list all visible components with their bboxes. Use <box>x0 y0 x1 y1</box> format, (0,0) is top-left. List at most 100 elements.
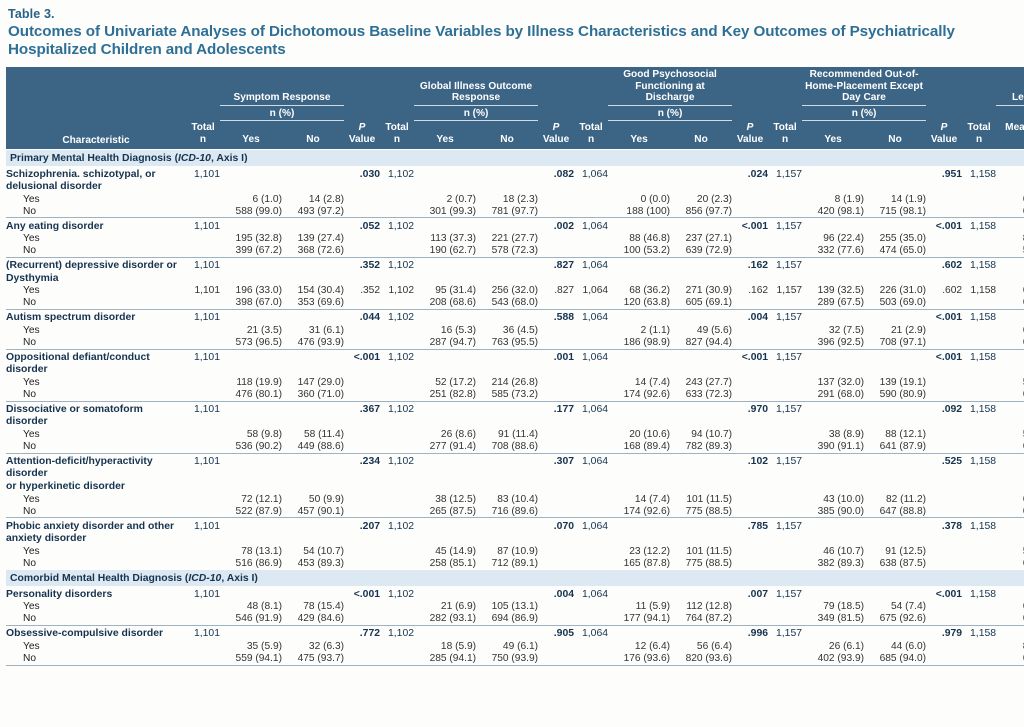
sr-no: 493 (97.2) <box>282 205 344 218</box>
section-heading-row: Comorbid Mental Health Diagnosis (ICD-10… <box>6 570 1024 587</box>
sr-p: <.001 <box>344 586 380 601</box>
rp-p: .951 <box>926 166 962 193</box>
gi-yes <box>414 218 476 233</box>
rp-total <box>768 233 802 245</box>
gi-total <box>380 389 414 402</box>
sr-yes <box>220 453 282 493</box>
gp-yes <box>608 166 670 193</box>
gp-no <box>670 166 732 193</box>
gp-no: 49 (5.6) <box>670 325 732 337</box>
gp-yes: 88 (46.8) <box>608 233 670 245</box>
variable-row: Any eating disorder1,101.0521,102.0021,0… <box>6 218 1024 233</box>
gi-yes: 287 (94.7) <box>414 337 476 350</box>
gp-p <box>732 325 768 337</box>
level-row-no: No398 (67.0)353 (69.6)208 (68.6)543 (68.… <box>6 297 1024 310</box>
sr-no: 139 (27.4) <box>282 233 344 245</box>
sr-yes: 522 (87.9) <box>220 505 282 518</box>
rp-total <box>768 441 802 454</box>
gi-p <box>538 233 574 245</box>
gi-p <box>538 441 574 454</box>
level-label: No <box>6 297 186 310</box>
sr-no: 32 (6.3) <box>282 641 344 653</box>
sr-no: 475 (93.7) <box>282 653 344 666</box>
gp-p <box>732 205 768 218</box>
rp-no: 708 (97.1) <box>864 337 926 350</box>
rp-yes: 79 (18.5) <box>802 601 864 613</box>
variable-row: Attention-deficit/hyperactivity disorder… <box>6 453 1024 493</box>
gi-p: .001 <box>538 349 574 377</box>
gp-yes: 186 (98.9) <box>608 337 670 350</box>
rp-yes <box>802 453 864 493</box>
gp-p <box>732 545 768 557</box>
rp-p <box>926 641 962 653</box>
variable-row: Schizophrenia. schizotypal, ordelusional… <box>6 166 1024 193</box>
sr-no <box>282 309 344 324</box>
gi-no: 87 (10.9) <box>476 545 538 557</box>
rp-p <box>926 325 962 337</box>
rp-p: .979 <box>926 625 962 640</box>
level-row-yes: Yes58 (9.8)58 (11.4)26 (8.6)91 (11.4)20 … <box>6 429 1024 441</box>
rp-yes <box>802 218 864 233</box>
gi-yes: 285 (94.1) <box>414 653 476 666</box>
rp-p: .525 <box>926 453 962 493</box>
rp-total: 1,157 <box>768 349 802 377</box>
gi-yes: 16 (5.3) <box>414 325 476 337</box>
rp-no: 638 (87.5) <box>864 557 926 570</box>
rp-p <box>926 545 962 557</box>
gp-no <box>670 586 732 601</box>
ls-total <box>962 641 996 653</box>
level-row-no: No546 (91.9)429 (84.6)282 (93.1)694 (86.… <box>6 613 1024 626</box>
gi-total <box>380 641 414 653</box>
rp-yes <box>802 166 864 193</box>
sr-no: 360 (71.0) <box>282 389 344 402</box>
rp-total <box>768 205 802 218</box>
gi-yes: 258 (85.1) <box>414 557 476 570</box>
ls-total <box>962 441 996 454</box>
sr-p <box>344 641 380 653</box>
gi-yes: 190 (62.7) <box>414 245 476 258</box>
rp-no: 590 (80.9) <box>864 389 926 402</box>
gi-no <box>476 166 538 193</box>
gi-no: 18 (2.3) <box>476 193 538 205</box>
ls-total <box>962 337 996 350</box>
outcomes-table: Characteristic Symptom Response Global I… <box>6 67 1024 668</box>
gp-no: 639 (72.9) <box>670 245 732 258</box>
gi-p: .307 <box>538 453 574 493</box>
rp-yes: 43 (10.0) <box>802 493 864 505</box>
gi-p: .588 <box>538 309 574 324</box>
sr-total <box>186 297 220 310</box>
sr-yes <box>220 166 282 193</box>
gp-no: 775 (88.5) <box>670 505 732 518</box>
level-label: No <box>6 613 186 626</box>
sr-yes <box>220 586 282 601</box>
rp-p: <.001 <box>926 586 962 601</box>
gi-yes: 21 (6.9) <box>414 601 476 613</box>
gi-no: 543 (68.0) <box>476 297 538 310</box>
gi-no: 36 (4.5) <box>476 325 538 337</box>
gi-p <box>538 601 574 613</box>
rp-yes: 382 (89.3) <box>802 557 864 570</box>
sr-p <box>344 601 380 613</box>
sr-total: 1,101 <box>186 166 220 193</box>
ls-mean: 57.8±28.9 <box>996 545 1024 557</box>
rp-no: 88 (12.1) <box>864 429 926 441</box>
gp-p <box>732 245 768 258</box>
rp-yes: 291 (68.0) <box>802 389 864 402</box>
rp-no: 44 (6.0) <box>864 641 926 653</box>
gi-yes: 26 (8.6) <box>414 429 476 441</box>
ls-mean: 82.6±50.8 <box>996 641 1024 653</box>
gi-p <box>538 653 574 666</box>
gi-no: 91 (11.4) <box>476 429 538 441</box>
level-row-yes: Yes48 (8.1)78 (15.4)21 (6.9)105 (13.1)11… <box>6 601 1024 613</box>
ls-total: 1,158 <box>962 285 996 297</box>
sr-p: .352 <box>344 285 380 297</box>
rp-yes: 385 (90.0) <box>802 505 864 518</box>
sr-yes: 21 (3.5) <box>220 325 282 337</box>
gi-p: .827 <box>538 285 574 297</box>
gp-p <box>732 601 768 613</box>
rp-yes: 332 (77.6) <box>802 245 864 258</box>
header-yes-rp: Yes <box>802 120 864 149</box>
sr-total: 1,101 <box>186 453 220 493</box>
level-row-no: No588 (99.0)493 (97.2)301 (99.3)781 (97.… <box>6 205 1024 218</box>
sr-no: 14 (2.8) <box>282 193 344 205</box>
